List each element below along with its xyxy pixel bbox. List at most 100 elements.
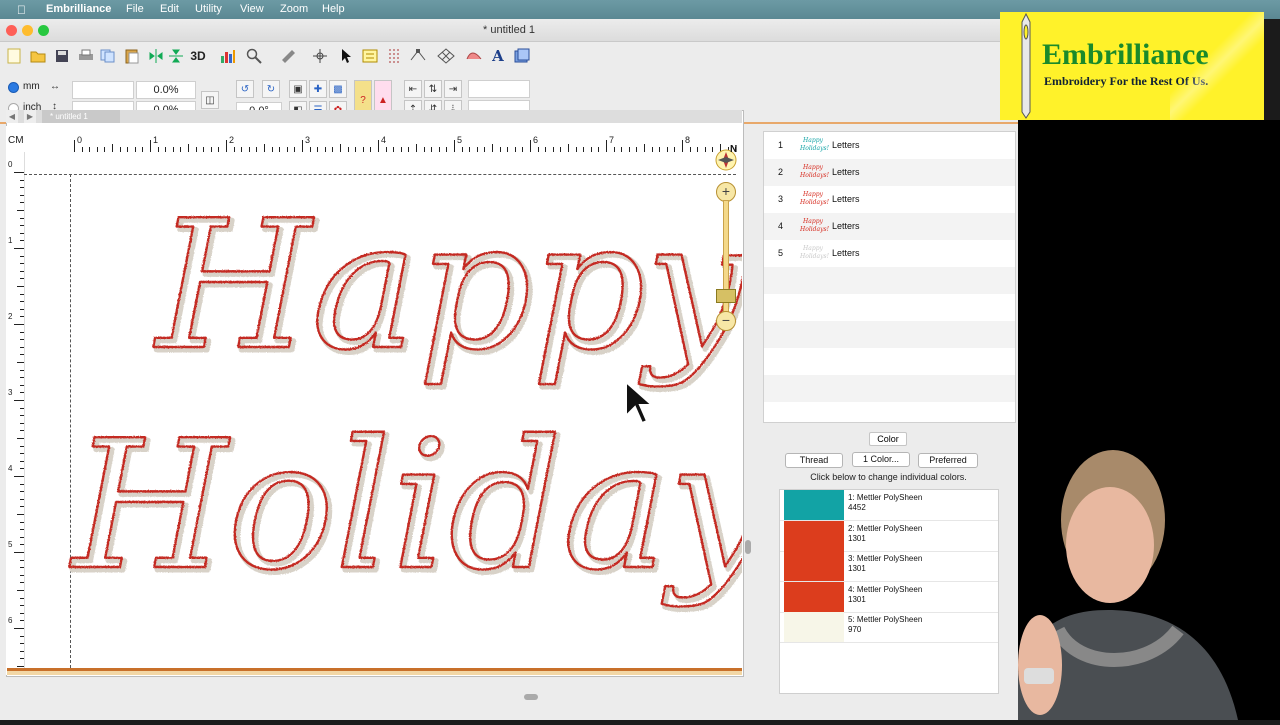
align-right-edge-button[interactable]: ⇥ [444,80,462,98]
open-folder-icon[interactable] [28,46,48,66]
center-button[interactable]: ✚ [309,80,327,98]
layer-label: Letters [832,221,860,231]
color-row[interactable]: 4: Mettler PolySheen 1301 [780,581,998,613]
design-line-1: Happy [153,182,742,389]
grid-tool-icon[interactable] [436,46,456,66]
brand-logo: Embrilliance Embroidery For the Rest Of … [1000,12,1264,120]
paste-icon[interactable] [122,46,142,66]
print-icon[interactable] [76,46,96,66]
group-button[interactable]: ▩ [329,80,347,98]
horizontal-ruler: CM 0 1 2 3 4 5 6 7 8 [6,126,742,152]
ruler-tick [14,552,24,553]
layer-label: Letters [832,248,860,258]
menu-help[interactable]: Help [322,3,345,15]
rotate-right-button[interactable]: ↻ [262,80,280,98]
magnifier-icon[interactable] [244,46,264,66]
lock-proportions-icon[interactable]: ◫ [201,91,219,109]
layer-number: 5 [778,248,784,258]
ruler-tick [264,144,265,152]
applique-icon[interactable] [464,46,484,66]
menu-view[interactable]: View [240,3,264,15]
3d-view-icon[interactable]: 3D [188,46,208,66]
chart-icon[interactable] [218,46,238,66]
text-tool-icon[interactable]: A [488,46,508,66]
tab-scroll-right-icon[interactable]: ▶ [24,110,36,123]
color-swatch[interactable] [784,612,844,642]
x-position-field[interactable] [468,80,530,98]
color-hint: Click below to change individual colors. [810,472,967,482]
layer-thumbnail: Happy Holidays! [800,245,829,260]
stitch-tool-icon[interactable] [384,46,404,66]
color-swatch[interactable] [784,490,844,520]
ruler-tick [17,210,24,211]
ruler-tick [14,400,24,401]
width-percent-field[interactable]: 0.0% [136,81,196,99]
ruler-tick [492,144,493,152]
needle-icon [1021,12,1031,119]
apple-icon[interactable]:  [17,3,26,17]
app-menu[interactable]: Embrilliance [46,3,111,15]
mirror-vertical-icon[interactable] [166,46,186,66]
unit-mm-radio[interactable] [8,82,19,93]
rotate-left-button[interactable]: ↺ [236,80,254,98]
layer-row[interactable]: 2 Happy Holidays! Letters [764,159,1015,186]
color-swatch[interactable] [784,551,844,581]
node-tool-icon[interactable] [408,46,428,66]
align-center-h-button[interactable]: ⇅ [424,80,442,98]
ruler-tick [17,286,24,287]
layer-row[interactable]: 4 Happy Holidays! Letters [764,213,1015,240]
thread-name: 5: Mettler PolySheen [848,615,923,624]
layer-row[interactable]: 1 Happy Holidays! Letters [764,132,1015,159]
zoom-slider-handle[interactable] [716,289,736,303]
width-field[interactable] [72,81,134,99]
ruler-label: 0 [8,160,13,169]
ruler-tick [74,140,75,152]
vertical-scrollbar-thumb[interactable] [745,540,751,554]
menu-utility[interactable]: Utility [195,3,222,15]
design-line-2: Holidays! [69,402,742,609]
layers-tool-icon[interactable] [512,46,532,66]
zoom-in-button[interactable]: + [716,182,736,202]
color-row[interactable]: 3: Mettler PolySheen 1301 [780,551,998,582]
thread-name: 3: Mettler PolySheen [848,554,923,563]
ruler-tick [644,144,645,152]
thread-button[interactable]: Thread [785,453,843,468]
layer-row[interactable]: 5 Happy Holidays! Letters [764,240,1015,267]
mirror-horizontal-icon[interactable] [146,46,166,66]
color-swatch[interactable] [784,520,844,551]
new-file-icon[interactable] [4,46,24,66]
menu-edit[interactable]: Edit [160,3,179,15]
move-tool-icon[interactable] [310,46,330,66]
thread-name: 4: Mettler PolySheen [848,584,923,594]
ruler-tick [302,140,303,152]
menu-zoom[interactable]: Zoom [280,3,308,15]
select-box-icon[interactable] [360,46,380,66]
color-row[interactable]: 2: Mettler PolySheen 1301 [780,520,998,552]
save-icon[interactable] [52,46,72,66]
main-toolbar: 3D A [0,42,1018,72]
copy-icon[interactable] [98,46,118,66]
one-color-button[interactable]: 1 Color... [852,452,910,467]
horizontal-scrollbar-thumb[interactable] [524,694,538,700]
zoom-out-button[interactable]: − [716,311,736,331]
select-arrow-icon[interactable] [336,46,356,66]
align-top-button[interactable]: ▣ [289,80,307,98]
ruler-label: 6 [8,616,13,625]
ruler-label: 7 [609,135,615,145]
layer-row[interactable]: 3 Happy Holidays! Letters [764,186,1015,213]
color-row[interactable]: 5: Mettler PolySheen 970 [780,612,998,643]
thread-number: 4452 [848,503,866,512]
ruler-tool-icon[interactable] [278,46,298,66]
tab-untitled-1[interactable]: * untitled 1 [42,110,120,123]
align-left-edge-button[interactable]: ⇤ [404,80,422,98]
color-swatch[interactable] [784,581,844,612]
tab-scroll-left-icon[interactable]: ◀ [6,110,18,123]
color-row[interactable]: 1: Mettler PolySheen 4452 [780,490,998,521]
thread-number: 1301 [848,594,866,604]
menu-file[interactable]: File [126,3,144,15]
ruler-label: 4 [381,135,387,145]
compass-icon[interactable]: N [712,144,740,172]
preferred-button[interactable]: Preferred [918,453,978,468]
ruler-tick [416,144,417,152]
ruler-label: 2 [229,135,235,145]
